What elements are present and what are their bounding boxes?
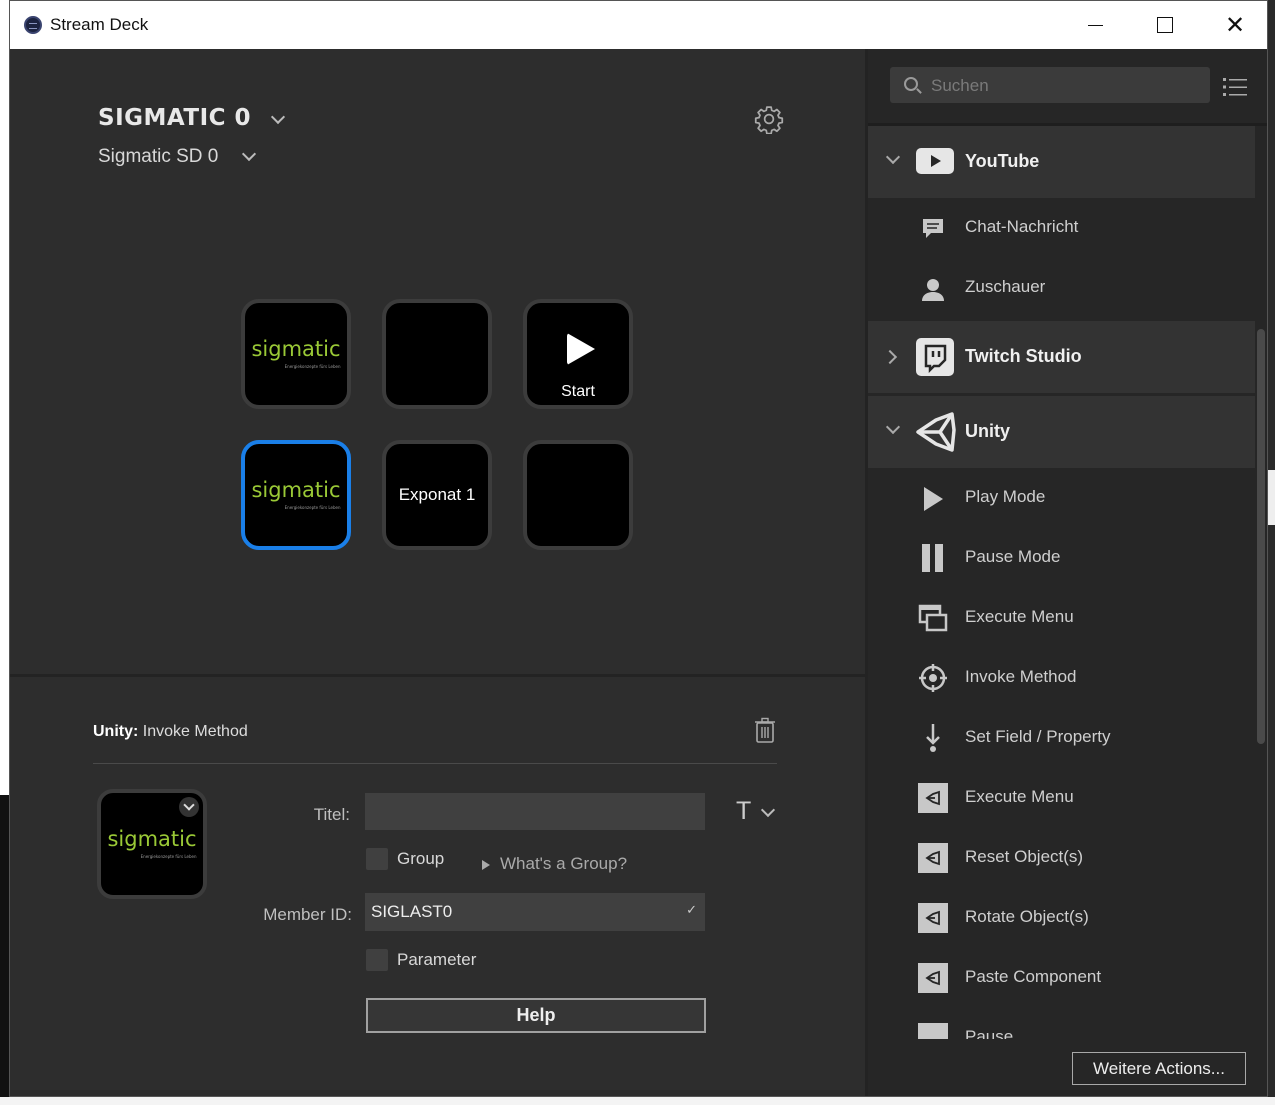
action-execute-menu[interactable]: Execute Menu	[965, 607, 1074, 627]
unity-icon	[916, 412, 956, 452]
title-bar: Stream Deck ✕	[10, 1, 1267, 49]
scrollbar[interactable]	[1257, 329, 1265, 744]
unity-box-icon	[918, 843, 948, 873]
set-field-icon	[926, 724, 940, 752]
list-view-icon[interactable]	[1223, 77, 1247, 97]
category-twitch-studio[interactable]: Twitch Studio	[868, 321, 1255, 393]
action-viewers[interactable]: Zuschauer	[965, 277, 1045, 297]
background-strip	[1268, 0, 1275, 1105]
chevron-right-icon	[882, 349, 898, 365]
profile-name[interactable]: SIGMATIC 0	[98, 105, 251, 131]
check-icon: ✓	[686, 903, 697, 918]
gear-icon[interactable]	[754, 104, 784, 134]
minimize-button[interactable]	[1060, 1, 1130, 49]
unity-box-icon	[918, 963, 948, 993]
stream-deck-app-icon	[24, 16, 42, 34]
key-2[interactable]	[382, 299, 492, 409]
sigmatic-logo: sigmatic Energiekonzepte fürs Leben	[251, 478, 341, 511]
title-input[interactable]	[365, 793, 705, 830]
group-label: Group	[397, 849, 445, 868]
action-execute-menu-2[interactable]: Execute Menu	[965, 787, 1074, 807]
execute-menu-icon	[918, 604, 948, 632]
window-title: Stream Deck	[50, 15, 149, 34]
action-reset-objects[interactable]: Reset Object(s)	[965, 847, 1083, 867]
search-icon	[904, 77, 918, 91]
category-unity[interactable]: Unity	[868, 396, 1255, 468]
unity-box-icon	[918, 903, 948, 933]
chevron-down-icon	[885, 149, 901, 165]
invoke-method-icon	[919, 664, 947, 692]
inspector-divider	[93, 763, 777, 764]
action-invoke-method[interactable]: Invoke Method	[965, 667, 1077, 687]
action-chat-message[interactable]: Chat-Nachricht	[965, 217, 1078, 237]
search-input[interactable]: Suchen	[890, 67, 1210, 103]
title-label: Titel:	[313, 805, 350, 824]
sigmatic-logo: sigmatic Energiekonzepte fürs Leben	[251, 337, 341, 370]
whats-a-group-link[interactable]: What's a Group?	[482, 854, 627, 874]
parameter-label: Parameter	[397, 950, 477, 969]
image-chevron-down-icon[interactable]	[179, 797, 199, 817]
member-id-select[interactable]: SIGLAST0 ✓	[365, 893, 705, 931]
action-play-mode[interactable]: Play Mode	[965, 487, 1045, 507]
key-3[interactable]: Start	[523, 299, 633, 409]
triangle-right-icon	[482, 859, 490, 870]
member-id-label: Member ID:	[263, 905, 352, 924]
sigmatic-logo: sigmatic Energiekonzepte fürs Leben	[107, 827, 197, 860]
help-button[interactable]: Help	[366, 998, 706, 1033]
action-set-field-property[interactable]: Set Field / Property	[965, 727, 1111, 747]
key-1[interactable]: sigmatic Energiekonzepte fürs Leben	[241, 299, 351, 409]
chevron-down-icon	[885, 419, 901, 435]
inspector-title: Unity: Invoke Method	[93, 723, 248, 740]
device-name[interactable]: Sigmatic SD 0	[98, 146, 218, 168]
maximize-button[interactable]	[1130, 1, 1200, 49]
key-6[interactable]	[523, 440, 633, 550]
key-label: Exponat 1	[398, 485, 476, 504]
key-label: Start	[561, 383, 595, 400]
youtube-icon	[916, 148, 954, 174]
twitch-studio-icon	[916, 338, 954, 376]
text-format-chevron-down-icon[interactable]	[760, 802, 776, 818]
device-canvas: SIGMATIC 0 Sigmatic SD 0 sigmatic Energi…	[10, 49, 865, 674]
category-youtube[interactable]: YouTube	[868, 126, 1255, 198]
action-rotate-objects[interactable]: Rotate Object(s)	[965, 907, 1089, 927]
profile-chevron-down-icon[interactable]	[270, 109, 286, 125]
key-image-preview[interactable]: sigmatic Energiekonzepte fürs Leben	[97, 789, 207, 899]
trash-icon[interactable]	[754, 717, 776, 743]
action-pause-mode[interactable]: Pause Mode	[965, 547, 1060, 567]
parameter-checkbox[interactable]	[366, 949, 388, 971]
play-icon	[567, 333, 595, 365]
close-button[interactable]: ✕	[1200, 1, 1267, 49]
key-5[interactable]: Exponat 1	[382, 440, 492, 550]
unity-box-icon	[918, 783, 948, 813]
group-checkbox[interactable]	[366, 848, 388, 870]
key-4-selected[interactable]: sigmatic Energiekonzepte fürs Leben	[241, 440, 351, 550]
background-page-bottom	[0, 1097, 1275, 1105]
background-strip-light	[1268, 470, 1275, 525]
stream-deck-window: Stream Deck ✕ SIGMATIC 0 Sigmatic SD 0 s…	[9, 0, 1268, 1097]
play-mode-icon	[924, 487, 943, 511]
text-format-icon[interactable]: T	[736, 797, 751, 826]
more-actions-button[interactable]: Weitere Actions...	[1072, 1052, 1246, 1085]
device-chevron-down-icon[interactable]	[241, 146, 257, 162]
actions-panel: Suchen YouTube Chat-Nachricht Zuschauer …	[868, 49, 1267, 1096]
action-paste-component[interactable]: Paste Component	[965, 967, 1101, 987]
chat-message-icon	[923, 219, 943, 238]
property-inspector: Unity: Invoke Method sigmatic Energiekon…	[10, 677, 865, 1096]
pause-mode-icon	[922, 544, 943, 572]
viewer-icon	[922, 279, 944, 301]
